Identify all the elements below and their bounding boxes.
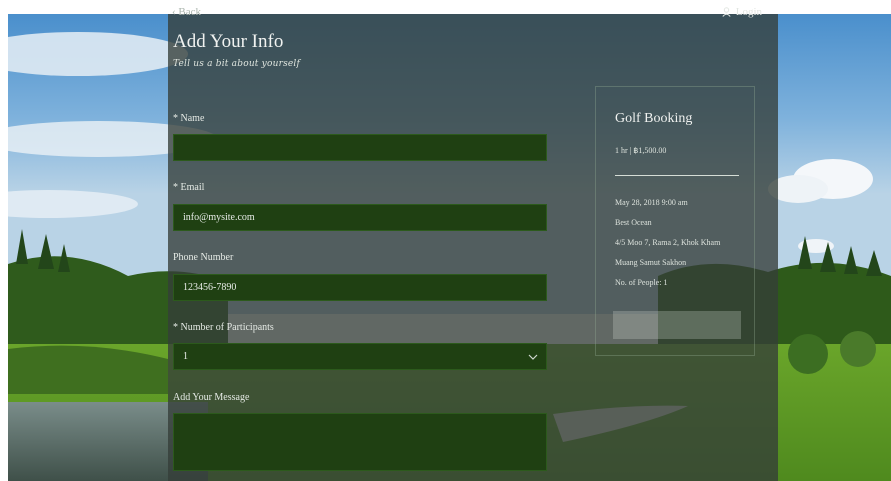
login-label: Login — [735, 6, 762, 18]
user-icon — [722, 7, 731, 17]
phone-field[interactable]: 123456-7890 — [173, 274, 547, 301]
message-label: Add Your Message — [173, 392, 250, 403]
name-label: * Name — [173, 113, 205, 124]
booking-submit-button[interactable] — [613, 311, 741, 339]
top-bar: ‹ Back Login — [172, 6, 762, 24]
booking-people: No. of People: 1 — [615, 278, 668, 287]
divider — [615, 175, 739, 176]
page-subtitle: Tell us a bit about yourself — [173, 59, 301, 69]
back-link[interactable]: ‹ Back — [172, 6, 201, 18]
message-textarea[interactable] — [173, 413, 547, 471]
back-label: Back — [178, 6, 202, 18]
participants-label: * Number of Participants — [173, 322, 274, 333]
participants-value: 1 — [183, 351, 188, 362]
chevron-left-icon: ‹ — [172, 6, 176, 18]
login-link[interactable]: Login — [722, 6, 762, 18]
participants-select[interactable]: 1 — [173, 343, 547, 370]
booking-staff: Best Ocean — [615, 218, 652, 227]
chevron-down-icon — [528, 354, 538, 360]
booking-address-line2: Muang Samut Sakhon — [615, 258, 687, 267]
booking-title: Golf Booking — [615, 111, 693, 126]
booking-address-line1: 4/5 Moo 7, Rama 2, Khok Kham — [615, 238, 721, 247]
phone-label: Phone Number — [173, 252, 234, 263]
page-background — [8, 14, 891, 481]
email-field[interactable]: info@mysite.com — [173, 204, 547, 231]
booking-summary-card: Golf Booking 1 hr | ฿1,500.00 May 28, 20… — [595, 86, 755, 356]
booking-duration-price: 1 hr | ฿1,500.00 — [615, 146, 667, 155]
name-field[interactable] — [173, 134, 547, 161]
booking-date: May 28, 2018 9:00 am — [615, 198, 688, 207]
page-title: Add Your Info — [173, 31, 284, 52]
email-label: * Email — [173, 182, 205, 193]
